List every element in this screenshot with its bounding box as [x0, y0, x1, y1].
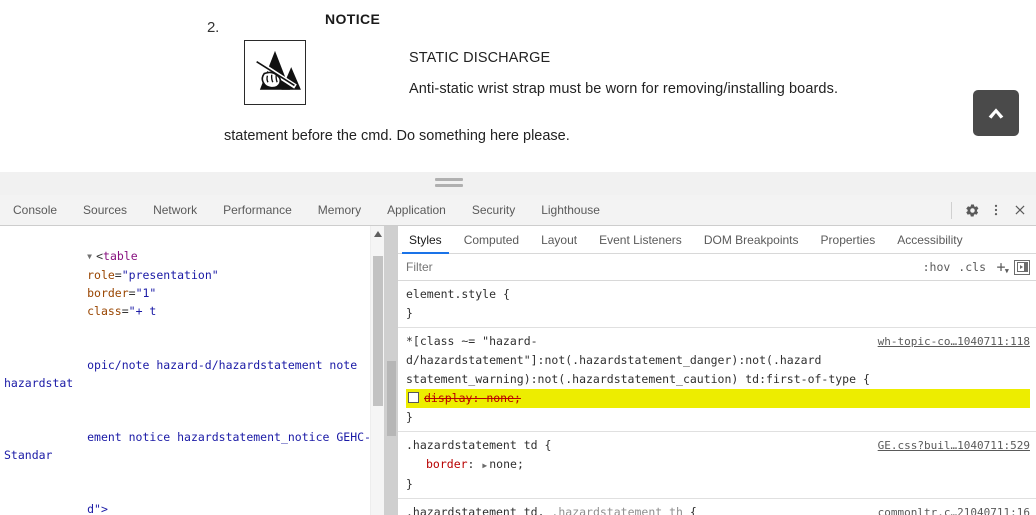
hazard-body-text: Anti-static wrist strap must be worn for…	[409, 81, 839, 97]
css-rule-element-style[interactable]: element.style { }	[398, 281, 1036, 328]
declaration-property[interactable]: border	[406, 455, 468, 474]
dom-scrollbar-thumb[interactable]	[373, 256, 383, 406]
dom-attr-role-name: role	[87, 268, 115, 282]
tab-dom-breakpoints[interactable]: DOM Breakpoints	[693, 233, 810, 253]
css-rule-close-brace: }	[406, 410, 413, 424]
expand-triangle-icon[interactable]: ▼	[87, 248, 96, 266]
declaration-enable-checkbox[interactable]	[408, 392, 419, 403]
dom-attr-class-name: class	[87, 304, 122, 318]
dom-node-table-cont3: ement notice hazardstatement_notice GEHC…	[4, 410, 382, 482]
css-rule-source-link[interactable]: commonltr.c…21040711:16	[878, 503, 1030, 515]
dom-tree-pane[interactable]: ▼ <table role="presentation" border="1" c…	[0, 226, 384, 515]
styles-pane: Styles Computed Layout Event Listeners D…	[398, 226, 1036, 515]
toolbar-divider	[951, 201, 952, 219]
expand-shorthand-icon[interactable]: ▶	[482, 461, 487, 470]
notice-heading: NOTICE	[325, 11, 381, 27]
css-selector-line-3: statement_warning):not(.hazardstatement_…	[406, 372, 870, 386]
css-rule-source-link[interactable]: GE.css?buil…1040711:529	[878, 436, 1030, 455]
tab-event-listeners[interactable]: Event Listeners	[588, 233, 693, 253]
devtools-body: ▼ <table role="presentation" border="1" c…	[0, 226, 1036, 515]
css-selector[interactable]: .hazardstatement td	[406, 438, 538, 452]
css-rules-list: element.style { } wh-topic-co…1040711:11…	[398, 281, 1036, 515]
tab-network[interactable]: Network	[140, 195, 210, 225]
tab-accessibility[interactable]: Accessibility	[886, 233, 973, 253]
dom-tree-content: ▼ <table role="presentation" border="1" c…	[0, 226, 384, 515]
css-rule-source-link[interactable]: wh-topic-co…1040711:118	[878, 332, 1030, 351]
css-selector-line-2: d/hazardstatement"]:not(.hazardstatement…	[406, 351, 1030, 370]
css-selector-part1[interactable]: *[class ~= "hazard-	[406, 334, 538, 348]
devtools-panel: Console Sources Network Performance Memo…	[0, 195, 1036, 515]
declaration-property[interactable]: display	[424, 391, 472, 405]
cls-toggle-button[interactable]: .cls	[956, 260, 988, 274]
hazard-heading: STATIC DISCHARGE	[409, 50, 551, 66]
dom-attr-class-value-4: d">	[87, 502, 108, 515]
tab-console[interactable]: Console	[0, 195, 70, 225]
dom-attr-role-value: "presentation"	[121, 268, 219, 282]
tab-application[interactable]: Application	[374, 195, 459, 225]
show-sidebar-icon[interactable]	[1014, 259, 1030, 275]
css-rule-close-brace: }	[406, 306, 413, 320]
chevron-up-icon	[988, 108, 1004, 119]
css-rule-selector-line: element.style {	[406, 287, 510, 301]
css-selector[interactable]: element.style	[406, 287, 496, 301]
styles-filter-input[interactable]	[398, 255, 921, 279]
tab-security[interactable]: Security	[459, 195, 528, 225]
list-number: 2.	[207, 19, 220, 36]
gear-icon[interactable]	[960, 198, 984, 222]
tab-sources[interactable]: Sources	[70, 195, 140, 225]
splitter-grip-icon	[435, 178, 463, 188]
hazard-message-cell: STATIC DISCHARGE Anti-static wrist strap…	[409, 50, 889, 97]
devtools-resize-splitter[interactable]	[0, 172, 1036, 196]
css-rule-hazardstatement-firstoftype[interactable]: wh-topic-co…1040711:118 *[class ~= "haza…	[398, 328, 1036, 432]
chevron-down-icon: ▼	[1004, 267, 1009, 275]
declaration-value[interactable]: none	[489, 457, 517, 471]
devtools-tabbar: Console Sources Network Performance Memo…	[0, 195, 1036, 226]
hov-toggle-button[interactable]: :hov	[921, 260, 953, 274]
css-declaration-display-none[interactable]: display: none;	[406, 389, 1030, 408]
tab-performance[interactable]: Performance	[210, 195, 305, 225]
styles-pane-tabbar: Styles Computed Layout Event Listeners D…	[398, 226, 1036, 254]
tab-styles[interactable]: Styles	[398, 233, 453, 254]
css-selector-part3[interactable]: statement_warning):not(.hazardstatement_…	[406, 372, 856, 386]
pane-divider-thumb[interactable]	[387, 361, 396, 436]
pane-vertical-divider[interactable]	[384, 226, 398, 515]
dom-tag-table: table	[103, 249, 138, 263]
new-style-rule-button[interactable]: + ▼	[992, 258, 1010, 276]
css-rule-close-brace: }	[406, 477, 413, 491]
dom-tree-scrollbar[interactable]	[370, 226, 384, 515]
tab-properties[interactable]: Properties	[810, 233, 887, 253]
dom-attr-border-name: border	[87, 286, 129, 300]
css-rule-hazardstatement-td[interactable]: GE.css?buil…1040711:529 .hazardstatement…	[398, 432, 1036, 499]
webpage-viewport: 2. NOTICE STATIC DISCHARGE Anti-static w…	[0, 0, 1036, 173]
declaration-value[interactable]: none	[486, 391, 514, 405]
tab-lighthouse[interactable]: Lighthouse	[528, 195, 613, 225]
css-rule-hazardstatement-td-th[interactable]: commonltr.c…21040711:16 .hazardstatement…	[398, 499, 1036, 515]
tab-layout[interactable]: Layout	[530, 233, 588, 253]
dom-node-table-cont4: d">	[4, 482, 382, 515]
more-vertical-icon[interactable]	[984, 198, 1008, 222]
dom-node-table-cont2: opic/note hazard-d/hazardstatement note …	[4, 338, 382, 410]
dom-attr-class-value-3: ement notice hazardstatement_notice GEHC…	[4, 430, 371, 462]
css-selector-a[interactable]: .hazardstatement td,	[406, 505, 544, 515]
css-selector-part2[interactable]: d/hazardstatement"]:not(.hazardstatement…	[406, 353, 821, 367]
screenshot-root: 2. NOTICE STATIC DISCHARGE Anti-static w…	[0, 0, 1036, 515]
close-icon[interactable]	[1008, 198, 1032, 222]
dom-attr-border-value: "1"	[135, 286, 157, 300]
document-content: 2. NOTICE STATIC DISCHARGE Anti-static w…	[0, 0, 1036, 155]
after-statement-text: statement before the cmd. Do something h…	[224, 128, 570, 144]
devtools-toolbar-actions	[947, 195, 1036, 225]
scroll-up-arrow-icon[interactable]	[371, 228, 384, 240]
tab-computed[interactable]: Computed	[453, 233, 530, 253]
css-selector-b[interactable]: .hazardstatement th	[551, 505, 683, 515]
static-discharge-icon	[244, 40, 306, 105]
styles-filter-actions: :hov .cls + ▼	[921, 258, 1036, 276]
dom-attr-class-value-2: opic/note hazard-d/hazardstatement note …	[4, 358, 365, 390]
tab-memory[interactable]: Memory	[305, 195, 374, 225]
dom-node-table[interactable]: ▼ <table role="presentation" border="1" c…	[4, 229, 382, 338]
scroll-to-top-button[interactable]	[973, 90, 1019, 136]
dom-attr-class-value-1: "+ t	[128, 304, 157, 318]
css-declaration-border[interactable]: border: ▶ none;	[406, 455, 1030, 475]
styles-filter-bar: :hov .cls +▼	[398, 254, 1036, 281]
